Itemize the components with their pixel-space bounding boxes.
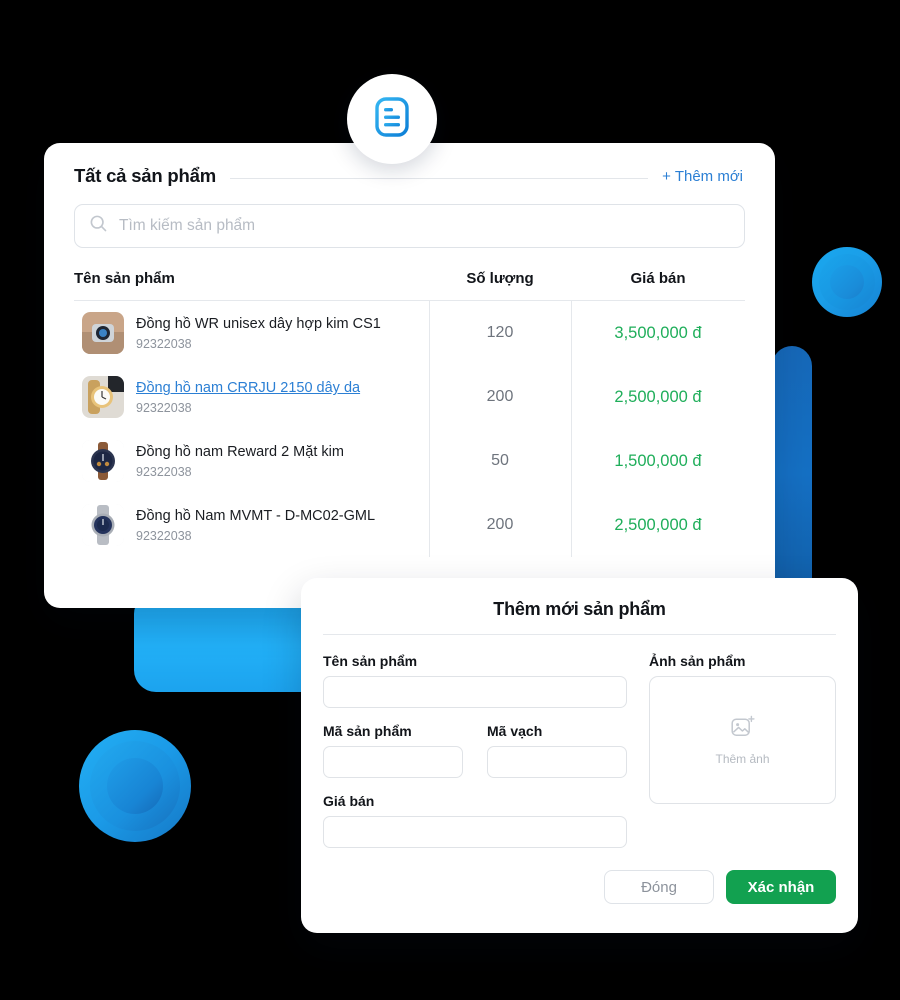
product-code: 92322038 (136, 528, 192, 543)
label-product-name: Tên sản phẩm (323, 653, 418, 669)
page-title: Tất cả sản phẩm (74, 165, 216, 186)
search-placeholder: Tìm kiếm sản phẩm (119, 217, 256, 234)
column-header-quantity: Số lượng (466, 270, 534, 287)
field-product-name: Tên sản phẩm (323, 653, 627, 708)
all-products-card: Tất cả sản phẩm + Thêm mới Tìm kiếm sản … (44, 143, 775, 608)
cell-product: Đồng hồ nam CRRJU 2150 dây da 92322038 (74, 376, 429, 418)
label-barcode: Mã vạch (487, 723, 543, 739)
product-thumbnail (82, 376, 124, 418)
cell-price: 3,500,000 đ (614, 323, 702, 342)
search-icon (89, 214, 108, 238)
decorative-blue-sphere-small (812, 247, 882, 317)
table-row[interactable]: Đồng hồ Nam MVMT - D-MC02-GML 92322038 2… (74, 493, 745, 557)
cell-quantity: 200 (486, 516, 514, 533)
product-code: 92322038 (136, 336, 192, 351)
cell-price: 2,500,000 đ (614, 387, 702, 406)
table-row[interactable]: Đồng hồ nam Reward 2 Mặt kim 92322038 50… (74, 429, 745, 493)
modal-title: Thêm mới sản phẩm (493, 599, 666, 619)
product-name[interactable]: Đồng hồ nam CRRJU 2150 dây da (136, 379, 360, 397)
field-price: Giá bán (323, 793, 627, 848)
cell-product: Đồng hồ nam Reward 2 Mặt kim 92322038 (74, 440, 429, 482)
document-lines-icon (368, 93, 416, 146)
modal-footer: Đóng Xác nhận (301, 848, 858, 904)
decorative-blue-sphere-large (79, 730, 191, 842)
screenshot-stage: Tất cả sản phẩm + Thêm mới Tìm kiếm sản … (0, 0, 900, 1000)
cell-product: Đồng hồ WR unisex dây hợp kim CS1 923220… (74, 312, 429, 354)
table-row[interactable]: Đồng hồ WR unisex dây hợp kim CS1 923220… (74, 301, 745, 365)
close-button[interactable]: Đóng (604, 870, 714, 904)
modal-body: Tên sản phẩm Mã sản phẩm Mã vạch Giá bán (301, 635, 858, 848)
label-product-image: Ảnh sản phẩm (649, 653, 746, 669)
label-price: Giá bán (323, 793, 375, 809)
image-upload-label: Thêm ảnh (715, 752, 770, 766)
app-badge (347, 74, 437, 164)
product-thumbnail (82, 504, 124, 546)
cell-price: 2,500,000 đ (614, 515, 702, 534)
add-new-link[interactable]: + Thêm mới (662, 168, 743, 185)
column-header-price: Giá bán (630, 270, 686, 287)
field-barcode: Mã vạch (487, 723, 627, 778)
cell-price: 1,500,000 đ (614, 451, 702, 470)
image-upload-dropzone[interactable]: Thêm ảnh (649, 676, 836, 804)
modal-form-column: Tên sản phẩm Mã sản phẩm Mã vạch Giá bán (323, 653, 627, 848)
product-name: Đồng hồ nam Reward 2 Mặt kim (136, 444, 344, 461)
column-divider-1 (429, 301, 430, 557)
confirm-button[interactable]: Xác nhận (726, 870, 836, 904)
decorative-dark-blue-rectangle (772, 346, 812, 602)
table-header: Tên sản phẩm Số lượng Giá bán (74, 270, 745, 301)
product-name-input[interactable] (323, 676, 627, 708)
product-code: 92322038 (136, 464, 192, 479)
cell-quantity: 120 (486, 324, 514, 341)
barcode-input[interactable] (487, 746, 627, 778)
product-thumbnail (82, 440, 124, 482)
product-code: 92322038 (136, 400, 192, 415)
add-product-modal: Thêm mới sản phẩm Tên sản phẩm Mã sản ph… (301, 578, 858, 933)
product-name: Đồng hồ WR unisex dây hợp kim CS1 (136, 316, 381, 333)
modal-image-column: Ảnh sản phẩm Thêm ảnh (649, 653, 836, 848)
image-plus-icon (730, 714, 756, 745)
table-row[interactable]: Đồng hồ nam CRRJU 2150 dây da 92322038 2… (74, 365, 745, 429)
cell-quantity: 200 (486, 388, 514, 405)
table-body: Đồng hồ WR unisex dây hợp kim CS1 923220… (74, 301, 745, 557)
header-divider (229, 177, 649, 179)
price-input[interactable] (323, 816, 627, 848)
cell-quantity: 50 (491, 452, 509, 469)
column-header-name: Tên sản phẩm (74, 270, 175, 287)
product-thumbnail (82, 312, 124, 354)
field-product-code: Mã sản phẩm (323, 723, 463, 778)
column-divider-2 (571, 301, 572, 557)
field-row-codes: Mã sản phẩm Mã vạch (323, 723, 627, 778)
label-product-code: Mã sản phẩm (323, 723, 412, 739)
cell-product: Đồng hồ Nam MVMT - D-MC02-GML 92322038 (74, 504, 429, 546)
product-code-input[interactable] (323, 746, 463, 778)
search-input[interactable]: Tìm kiếm sản phẩm (74, 204, 745, 248)
product-name: Đồng hồ Nam MVMT - D-MC02-GML (136, 508, 376, 525)
